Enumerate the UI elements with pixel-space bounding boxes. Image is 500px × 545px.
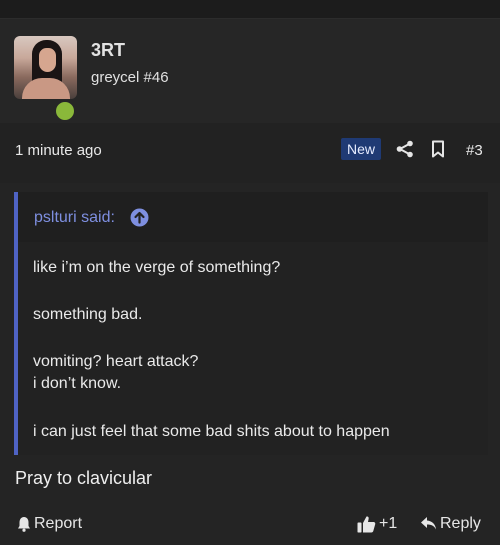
reply-label: Reply [440,515,481,532]
quote-line: like i’m on the verge of something? [33,259,281,276]
quote-author-link[interactable]: pslturi said: [34,209,115,227]
avatar-container[interactable] [14,36,77,122]
quote-header: pslturi said: [18,192,488,242]
post-number-link[interactable]: #3 [466,142,483,159]
avatar-face [39,48,56,72]
share-icon[interactable] [396,140,414,158]
post-header: 3RT greycel #46 [0,19,500,123]
quote-line: vomiting? heart attack? [33,353,199,370]
online-status-indicator [54,100,76,122]
reply-button[interactable]: Reply [420,515,484,535]
new-badge: New [341,138,382,160]
quote-block: pslturi said: like i’m on the verge of s… [14,192,488,455]
quote-line: something bad. [33,306,143,323]
username[interactable]: 3RT [91,40,125,61]
quote-line: i can just feel that some bad shits abou… [33,423,390,440]
quote-line: i don’t know. [33,375,122,392]
post-meta-bar: 1 minute ago New #3 [0,123,500,183]
like-count: +1 [379,515,398,532]
avatar[interactable] [14,36,77,99]
post-timestamp[interactable]: 1 minute ago [15,142,102,159]
bell-icon [18,517,30,532]
like-button[interactable]: +1 [357,515,401,535]
post-actions: Report +1 Reply [0,507,500,545]
report-label: Report [34,515,83,532]
reply-arrow-icon [421,517,436,530]
user-title: greycel #46 [91,69,169,86]
quote-jump-arrow-icon[interactable] [130,208,149,227]
top-bar [0,0,500,18]
thumbs-up-icon [357,516,376,533]
bookmark-icon[interactable] [430,140,446,158]
avatar-shoulder [22,78,70,99]
post-body-text: Pray to clavicular [15,468,153,488]
